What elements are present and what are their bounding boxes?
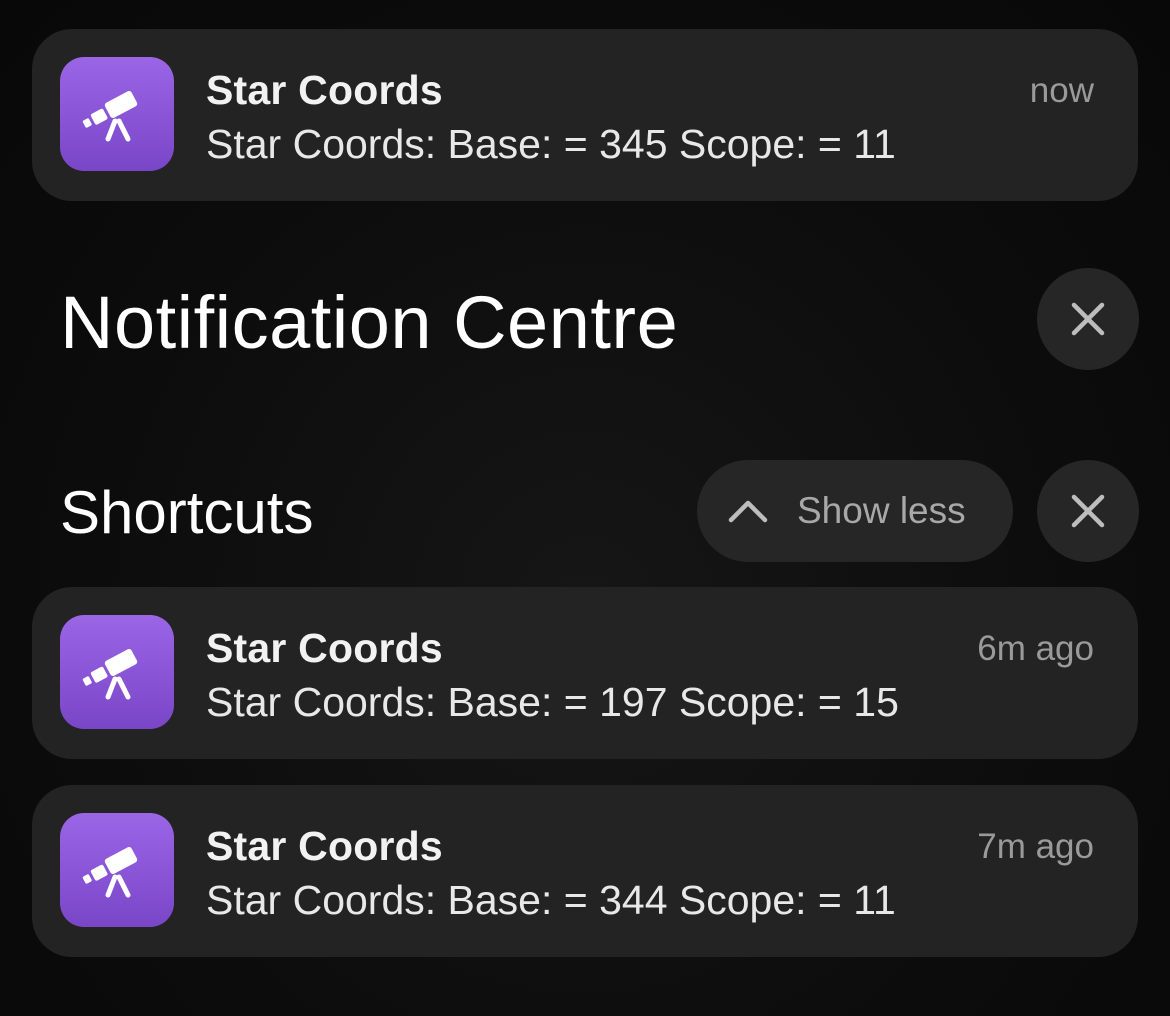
notification-screen: Star Coords Star Coords: Base: = 345 Sco…: [0, 0, 1170, 1016]
show-less-label: Show less: [797, 490, 966, 531]
notification-body: Star Coords: Base: = 344 Scope: = 11: [206, 877, 896, 923]
notification-centre-title: Notification Centre: [60, 281, 679, 364]
telescope-icon: [60, 615, 174, 729]
notification-app-name: Star Coords: [206, 625, 443, 671]
notification-body: Star Coords: Base: = 197 Scope: = 15: [206, 679, 899, 725]
close-icon: [1071, 302, 1105, 336]
clear-all-button[interactable]: [1037, 268, 1139, 370]
notification-time: 6m ago: [977, 629, 1094, 668]
notification-time: now: [1029, 71, 1094, 110]
close-icon: [1071, 494, 1105, 528]
group-notification[interactable]: Star Coords Star Coords: Base: = 344 Sco…: [32, 785, 1138, 957]
banner-notification[interactable]: Star Coords Star Coords: Base: = 345 Sco…: [32, 29, 1138, 201]
notification-time: 7m ago: [977, 827, 1094, 866]
group-title: Shortcuts: [60, 479, 314, 546]
group-notification[interactable]: Star Coords Star Coords: Base: = 197 Sco…: [32, 587, 1138, 759]
notification-app-name: Star Coords: [206, 67, 443, 113]
telescope-icon: [60, 813, 174, 927]
notification-body: Star Coords: Base: = 345 Scope: = 11: [206, 121, 896, 167]
show-less-button[interactable]: Show less: [697, 460, 1013, 562]
telescope-icon: [60, 57, 174, 171]
clear-group-button[interactable]: [1037, 460, 1139, 562]
chevron-up-icon: [728, 500, 768, 523]
notification-app-name: Star Coords: [206, 823, 443, 869]
